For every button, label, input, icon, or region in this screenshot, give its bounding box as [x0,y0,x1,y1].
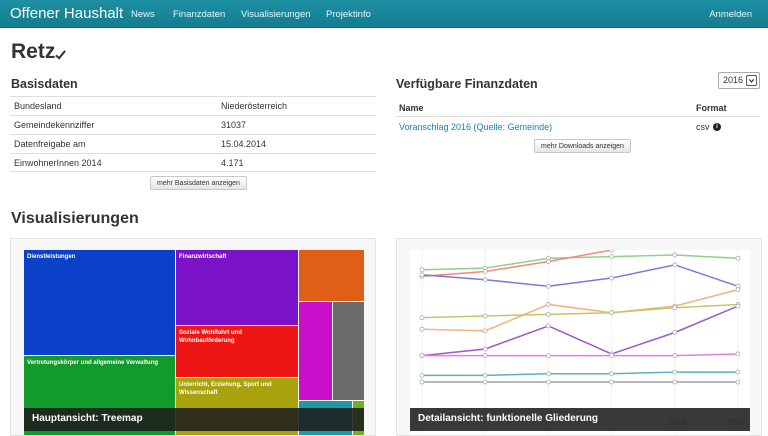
data-point[interactable] [735,351,741,357]
nav-projektinfo[interactable]: Projektinfo [326,9,371,20]
finanzdaten-table: Name Format Voranschlag 2016 (Quelle: Ge… [396,98,760,137]
data-point[interactable] [419,272,425,278]
treemap-cell-dienstleistungen[interactable]: Dienstleistungen [24,250,175,355]
data-point[interactable] [545,302,551,307]
year-select[interactable]: 2016 [718,72,760,89]
data-point[interactable] [545,259,551,264]
verified-check-icon [55,50,66,60]
data-point[interactable] [609,250,614,253]
row-key: Bundesland [14,101,62,111]
data-point[interactable] [735,255,741,261]
navbar: Offener Haushalt News Finanzdaten Visual… [0,0,768,28]
data-point[interactable] [672,369,678,375]
row-value: Niederösterreich [221,101,288,111]
treemap-cell[interactable] [299,302,332,400]
data-point[interactable] [545,311,551,317]
table-row: Voranschlag 2016 (Quelle: Gemeinde) csv … [396,117,760,137]
basisdaten-table: Bundesland Niederösterreich Gemeindekenn… [10,96,376,172]
data-point[interactable] [609,310,615,316]
data-point[interactable] [672,353,678,358]
finanzdaten-heading: Verfügbare Finanzdaten [396,77,538,91]
treemap-cell-finanzwirtschaft[interactable]: Finanzwirtschaft [176,250,298,325]
data-point[interactable] [672,252,678,258]
year-value: 2016 [723,75,744,85]
visualisierungen-heading: Visualisierungen [11,210,139,227]
treemap-cell-soziale-wohlfahrt[interactable]: Soziale Wohlfahrt und Wohnbauförderung [176,326,298,377]
brand-logo[interactable]: Offener Haushalt [10,5,123,22]
data-point[interactable] [735,369,741,375]
data-point[interactable] [482,328,488,334]
series-line-6[interactable] [422,353,739,357]
data-point[interactable] [672,379,678,385]
treemap-cell[interactable] [299,250,364,301]
login-link[interactable]: Anmelden [709,9,752,20]
data-point[interactable] [482,313,488,319]
row-value: 15.04.2014 [221,139,267,149]
data-point[interactable] [482,269,488,274]
data-point[interactable] [482,277,488,283]
data-point[interactable] [419,379,425,385]
series-line-0[interactable] [421,254,739,271]
basisdaten-heading: Basisdaten [11,77,78,91]
data-point[interactable] [419,353,425,358]
col-format-header: Format [696,103,727,113]
col-name-header: Name [399,103,424,113]
data-point[interactable] [419,267,425,273]
row-key: EinwohnerInnen 2014 [14,158,102,168]
table-row: EinwohnerInnen 2014 4.171 [10,153,376,172]
more-basisdaten-button[interactable]: mehr Basisdaten anzeigen [150,176,247,190]
row-key: Datenfreigabe am [14,139,86,149]
data-point[interactable] [672,262,678,268]
series-line-7[interactable] [422,371,738,377]
data-point[interactable] [609,371,615,377]
data-point[interactable] [672,330,678,335]
data-point[interactable] [672,305,678,311]
nav-news[interactable]: News [131,9,155,20]
treemap-panel[interactable]: Dienstleistungen Finanzwirtschaft Sozial… [10,238,376,436]
data-point[interactable] [545,371,551,377]
data-point[interactable] [482,379,488,385]
data-point[interactable] [419,315,425,321]
series-line-3[interactable] [421,288,739,332]
data-point[interactable] [545,353,551,358]
treemap-cell[interactable] [333,302,364,400]
data-point[interactable] [609,379,615,385]
row-key: Gemeindekennziffer [14,120,95,130]
table-row: Bundesland Niederösterreich [10,96,376,115]
data-point[interactable] [735,379,741,385]
data-point[interactable] [545,323,551,329]
data-point[interactable] [482,346,488,352]
data-point[interactable] [609,275,615,281]
data-point[interactable] [482,373,488,378]
data-point[interactable] [419,326,425,332]
treemap-caption: Hauptansicht: Treemap [24,408,364,431]
data-point[interactable] [419,373,425,378]
series-line-4[interactable] [421,303,739,319]
more-downloads-button[interactable]: mehr Downloads anzeigen [534,139,631,153]
linechart-panel[interactable]: 2016 2017 Detailansicht: funktionelle Gl… [396,238,762,436]
page-title: Retz [11,40,56,63]
nav-finanzdaten[interactable]: Finanzdaten [173,9,225,20]
row-value: 4.171 [221,158,244,168]
table-row: Gemeindekennziffer 31037 [10,115,376,134]
chevron-down-icon [746,75,757,86]
data-point[interactable] [609,254,615,259]
download-link[interactable]: Voranschlag 2016 (Quelle: Gemeinde) [399,122,552,132]
format-value: csv [696,122,710,132]
nav-visualisierungen[interactable]: Visualisierungen [241,9,311,20]
data-point[interactable] [735,287,741,292]
table-header: Name Format [396,98,760,117]
info-icon[interactable]: i [713,123,721,131]
table-row: Datenfreigabe am 15.04.2014 [10,134,376,153]
data-point[interactable] [609,353,615,358]
data-point[interactable] [545,283,551,289]
linechart-caption: Detailansicht: funktionelle Gliederung [410,408,750,431]
row-value: 31037 [221,120,247,130]
data-point[interactable] [735,303,741,309]
data-point[interactable] [545,379,551,385]
data-point[interactable] [482,353,488,358]
